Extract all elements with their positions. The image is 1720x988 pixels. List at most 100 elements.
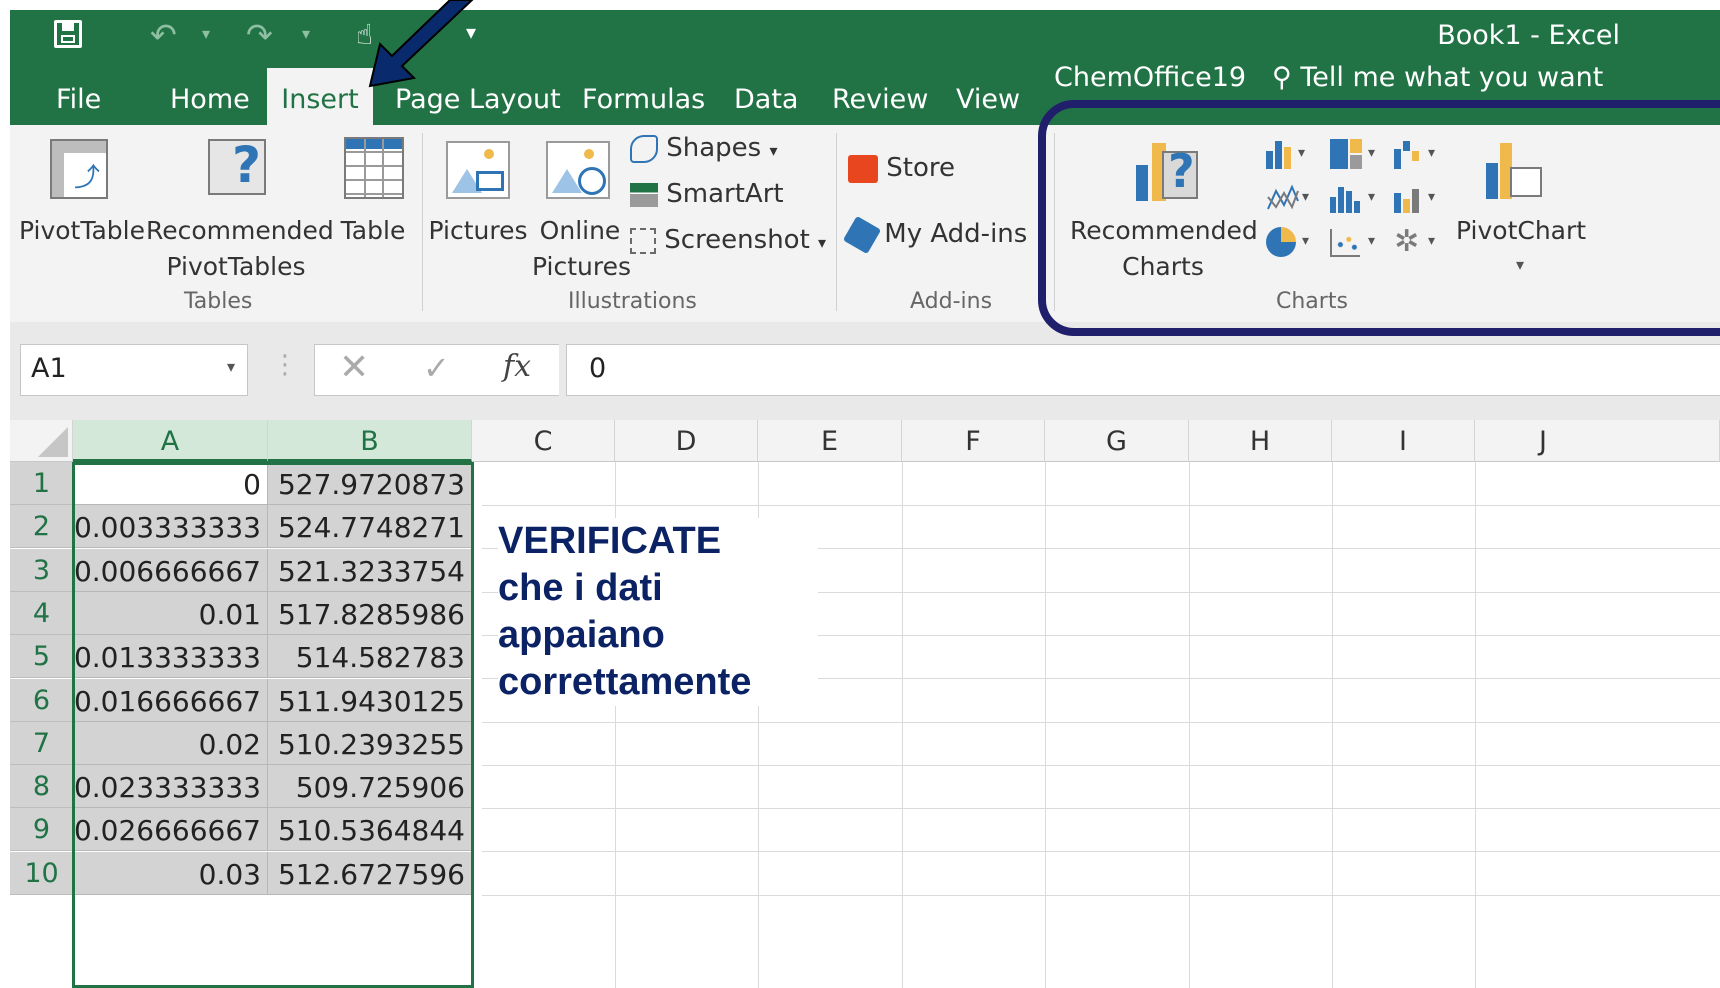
pivotchart-button[interactable]: PivotChart ▾ [1456,135,1596,295]
annotation-text: VERIFICATE che i dati appaiano correttam… [498,518,818,706]
row-header[interactable]: 2 [10,505,73,549]
row-header[interactable]: 3 [10,548,73,592]
store-label: Store [886,153,955,183]
enter-icon[interactable]: ✓ [423,349,450,387]
statistic-chart-icon[interactable]: ▾ [1330,183,1386,215]
row-header[interactable]: 4 [10,591,73,635]
cell-a[interactable]: 0.016666667 [73,678,268,722]
pivottable-button[interactable]: ⤴ PivotTable [18,135,146,285]
cell-a[interactable]: 0.02 [73,721,268,765]
formula-buttons: ✕ ✓ fx [314,344,559,396]
cell-a[interactable]: 0.003333333 [73,505,268,549]
chevron-down-icon[interactable]: ▾ [227,357,235,376]
cell-b[interactable]: 524.7748271 [268,505,472,549]
cell-a[interactable]: 0.013333333 [73,635,268,679]
group-separator [422,133,423,311]
tell-me-search[interactable]: ⚲ Tell me what you want [1272,46,1720,103]
row-header[interactable]: 10 [10,851,73,895]
column-header-c[interactable]: C [472,420,615,462]
tab-home[interactable]: Home [170,68,250,125]
cell-b[interactable]: 514.582783 [268,635,472,679]
my-addins-icon [842,215,882,254]
column-header-a[interactable]: A [73,420,268,462]
row-header[interactable]: 9 [10,808,73,852]
pictures-label: Pictures [428,216,528,245]
row-header[interactable]: 5 [10,635,73,679]
cell-b[interactable]: 512.6727596 [268,851,472,895]
radar-chart-icon[interactable]: ✲ ▾ [1394,225,1450,261]
cell-b[interactable]: 509.725906 [268,765,472,809]
pictures-button[interactable]: Pictures [428,135,528,285]
insert-function-icon[interactable]: fx [503,349,531,384]
annotation-line-4: correttamente [498,661,752,703]
row-header[interactable]: 8 [10,765,73,809]
recommended-charts-button[interactable]: ? Recommended Charts [1070,135,1258,285]
cell-b[interactable]: 511.9430125 [268,678,472,722]
column-header-b[interactable]: B [268,420,472,462]
tab-view[interactable]: View [956,68,1020,125]
line-chart-svg [1267,184,1299,210]
group-label-charts: Charts [1276,289,1348,314]
store-button[interactable]: Store [848,153,955,183]
column-gridline [1189,462,1190,988]
name-box[interactable]: A1 ▾ [20,344,248,396]
cell-a[interactable]: 0.03 [73,851,268,895]
column-header-j[interactable]: J [1475,420,1720,462]
cell-b[interactable]: 510.2393255 [268,721,472,765]
formula-input[interactable]: 0 [566,344,1720,396]
row-header[interactable]: 7 [10,721,73,765]
waterfall-chart-icon[interactable]: ▾ [1394,139,1450,171]
row-header[interactable]: 6 [10,678,73,722]
screenshot-button[interactable]: Screenshot ▾ [630,225,826,255]
cell-b[interactable]: 527.9720873 [268,462,472,505]
group-separator [836,133,837,311]
column-header-e[interactable]: E [758,420,902,462]
hierarchy-chart-icon[interactable]: ▾ [1330,139,1386,171]
my-addins-button[interactable]: My Add-ins [842,215,1027,254]
redo-dropdown-icon[interactable]: ▾ [302,24,310,43]
shapes-button[interactable]: Shapes ▾ [630,133,778,163]
cancel-icon[interactable]: ✕ [339,347,369,388]
group-label-addins: Add-ins [910,289,993,314]
column-header-i[interactable]: I [1332,420,1475,462]
table-icon [344,137,404,199]
combo-chart-icon[interactable]: ▾ [1394,183,1450,215]
row-gridline [482,505,1720,506]
cell-b[interactable]: 521.3233754 [268,548,472,592]
column-header-d[interactable]: D [615,420,758,462]
cell-a[interactable]: 0.01 [73,591,268,635]
ribbon-tabs: File Home Insert Page Layout Formulas Da… [10,62,1720,125]
tab-file[interactable]: File [56,68,101,125]
cell-a[interactable]: 0.026666667 [73,808,268,852]
scatter-chart-icon[interactable]: ▾ [1330,225,1386,261]
column-header-f[interactable]: F [902,420,1045,462]
row-gridline [482,808,1720,810]
cell-a[interactable]: 0.006666667 [73,548,268,592]
column-chart-icon[interactable]: ▾ [1266,139,1322,171]
cell-a[interactable]: 0.023333333 [73,765,268,809]
table-button[interactable]: Table [332,135,414,285]
recommended-pivottables-button[interactable]: ? Recommended PivotTables [146,135,334,285]
tab-review[interactable]: Review [832,68,928,125]
column-header-h[interactable]: H [1189,420,1332,462]
pointer-arrow-icon [368,0,474,88]
pie-chart-icon[interactable]: ▾ [1266,225,1322,261]
save-icon[interactable] [54,20,82,48]
pictures-icon [446,141,510,199]
tab-formulas[interactable]: Formulas [582,68,705,125]
row-header[interactable]: 1 [10,462,73,505]
redo-icon[interactable]: ↷ [246,16,273,54]
undo-icon[interactable]: ↶ [150,16,177,54]
recommended-charts-label-2: Charts [1122,252,1204,281]
smartart-button[interactable]: SmartArt [630,179,784,209]
undo-dropdown-icon[interactable]: ▾ [202,24,210,43]
tab-chemoffice[interactable]: ChemOffice19 [1054,46,1246,103]
line-chart-icon[interactable]: ▾ [1266,183,1322,215]
cell-a[interactable]: 0 [73,462,268,505]
tab-data[interactable]: Data [734,68,798,125]
select-all-corner[interactable] [10,420,73,462]
column-header-g[interactable]: G [1045,420,1189,462]
cell-b[interactable]: 517.8285986 [268,591,472,635]
cell-b[interactable]: 510.5364844 [268,808,472,852]
online-pictures-button[interactable]: Online Pictures [532,135,631,285]
